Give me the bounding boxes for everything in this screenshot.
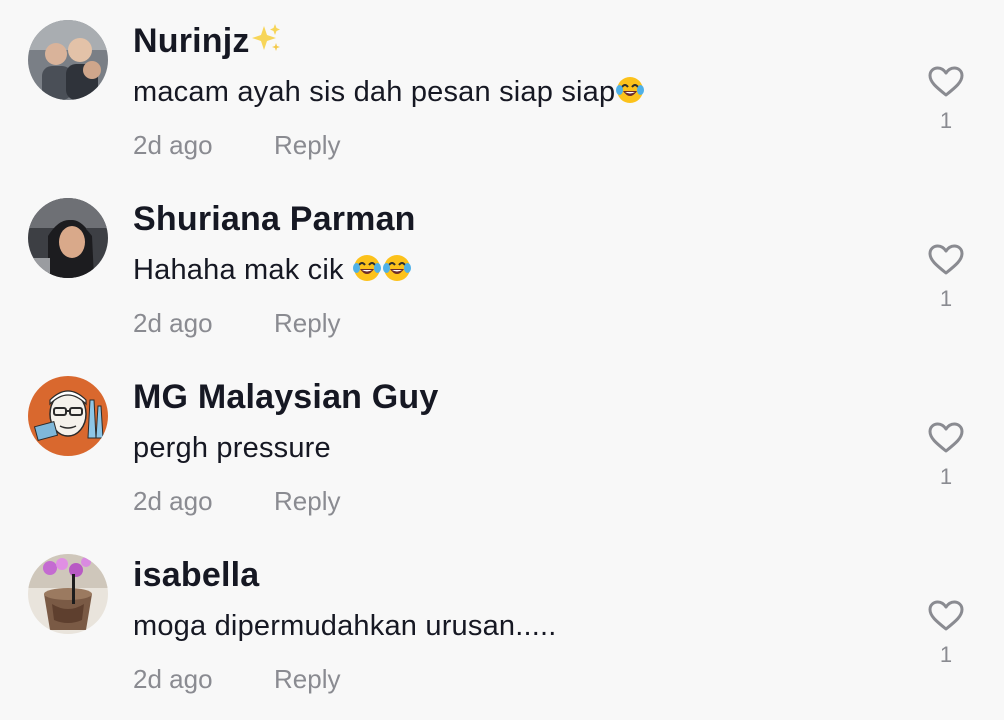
comment-meta: 2d ago Reply — [133, 483, 340, 519]
comment-meta: 2d ago Reply — [133, 661, 340, 697]
comment-time: 2d ago — [133, 308, 213, 338]
comment-text-content: Hahaha mak cik — [133, 254, 352, 286]
comment-meta: 2d ago Reply — [133, 127, 340, 163]
comment-item: MG Malaysian Guy pergh pressure 2d ago Re… — [0, 356, 1004, 534]
username-text: isabella — [133, 556, 260, 594]
comment-text: Hahaha mak cik — [133, 250, 412, 290]
comment-item: isabella moga dipermudahkan urusan..... … — [0, 534, 1004, 712]
like-button[interactable]: 1 — [926, 422, 966, 490]
avatar[interactable] — [28, 20, 108, 100]
comment-item: Shuriana Parman Hahaha mak cik 2d ago Re… — [0, 178, 1004, 356]
reply-button[interactable]: Reply — [274, 305, 340, 341]
like-count: 1 — [939, 108, 953, 133]
sparkles-icon — [250, 22, 282, 54]
username[interactable]: Nurinjz — [133, 20, 282, 62]
username-text: Shuriana Parman — [133, 200, 416, 238]
username[interactable]: isabella — [133, 554, 259, 596]
like-button[interactable]: 1 — [926, 66, 966, 134]
like-button[interactable]: 1 — [926, 244, 966, 312]
comment-time: 2d ago — [133, 664, 213, 694]
comment-text: moga dipermudahkan urusan..... — [133, 606, 557, 646]
comment-text: macam ayah sis dah pesan siap siap — [133, 72, 645, 112]
avatar[interactable] — [28, 554, 108, 634]
heart-icon — [928, 244, 964, 275]
like-count: 1 — [939, 642, 953, 667]
face-with-tears-of-joy-icon — [615, 75, 645, 105]
like-count: 1 — [939, 286, 953, 311]
like-count: 1 — [939, 464, 953, 489]
username[interactable]: MG Malaysian Guy — [133, 376, 439, 418]
face-with-tears-of-joy-icon — [352, 253, 382, 283]
heart-icon — [928, 66, 964, 97]
heart-icon — [928, 422, 964, 453]
username[interactable]: Shuriana Parman — [133, 198, 416, 240]
comment-meta: 2d ago Reply — [133, 305, 340, 341]
comment-time: 2d ago — [133, 486, 213, 516]
reply-button[interactable]: Reply — [274, 483, 340, 519]
reply-button[interactable]: Reply — [274, 661, 340, 697]
username-text: Nurinjz — [133, 22, 250, 60]
heart-icon — [928, 600, 964, 631]
avatar[interactable] — [28, 198, 108, 278]
comment-text-content: macam ayah sis dah pesan siap siap — [133, 76, 616, 108]
like-button[interactable]: 1 — [926, 600, 966, 668]
comment-time: 2d ago — [133, 130, 213, 160]
comment-text-content: pergh pressure — [133, 432, 331, 464]
comment-text-content: moga dipermudahkan urusan..... — [133, 610, 557, 642]
username-text: MG Malaysian Guy — [133, 378, 439, 416]
comment-item: Nurinjz macam ayah sis dah pesan siap si… — [0, 0, 1004, 178]
reply-button[interactable]: Reply — [274, 127, 340, 163]
face-with-tears-of-joy-icon — [382, 253, 412, 283]
comment-text: pergh pressure — [133, 428, 331, 468]
avatar[interactable] — [28, 376, 108, 456]
